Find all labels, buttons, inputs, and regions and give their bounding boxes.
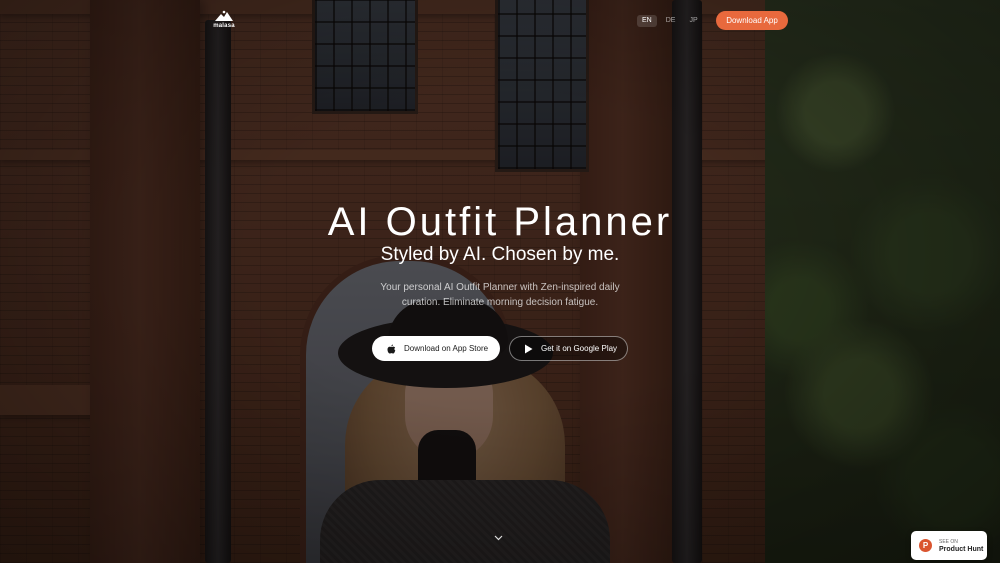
product-hunt-small-text: SEE ON — [939, 538, 958, 545]
hero-title: AI Outfit Planner — [327, 200, 673, 244]
apple-icon — [387, 344, 396, 353]
google-play-label: Get it on Google Play — [541, 344, 618, 353]
download-app-button[interactable]: Download App — [716, 11, 788, 30]
language-jp[interactable]: JP — [684, 15, 702, 27]
brand-name: malasa — [213, 23, 235, 29]
language-en[interactable]: EN — [637, 15, 657, 27]
product-hunt-badge[interactable]: P SEE ON Product Hunt — [911, 531, 987, 560]
product-hunt-icon: P — [919, 539, 932, 552]
language-de[interactable]: DE — [661, 15, 681, 27]
hero-description: Your personal AI Outfit Planner with Zen… — [380, 282, 620, 308]
app-store-button[interactable]: Download on App Store — [372, 336, 500, 361]
product-hunt-label: Product Hunt — [939, 545, 984, 553]
app-store-label: Download on App Store — [404, 344, 489, 353]
brand-logo[interactable]: malasa — [212, 10, 236, 29]
hero-subtitle: Styled by AI. Chosen by me. — [380, 244, 620, 265]
play-icon — [525, 344, 533, 353]
chevron-down-icon[interactable] — [494, 533, 503, 544]
mountain-icon — [215, 10, 233, 21]
google-play-button[interactable]: Get it on Google Play — [509, 336, 628, 361]
language-switcher: EN DE JP — [637, 15, 703, 27]
